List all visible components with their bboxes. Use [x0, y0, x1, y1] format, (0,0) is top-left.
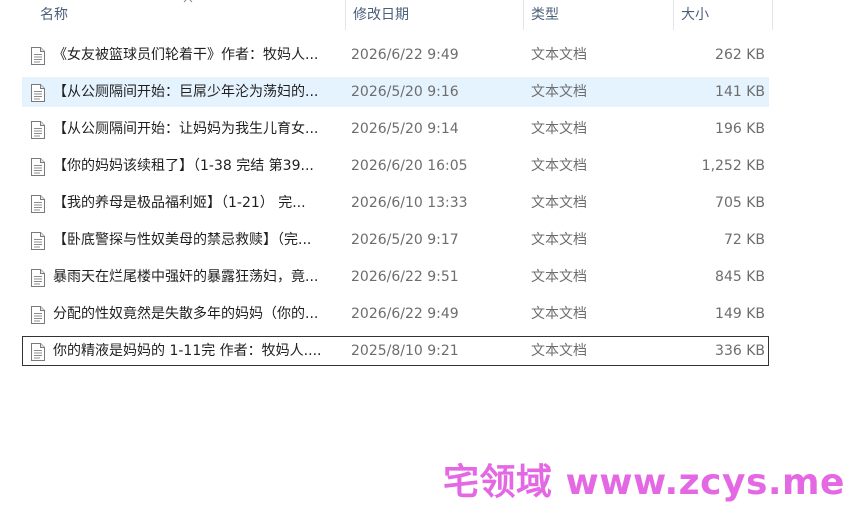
file-size: 141 KB	[715, 84, 765, 100]
file-name: 【你的妈妈该续租了】（1-38 完结 第39...	[53, 158, 314, 174]
file-name: 【从公厕隔间开始：让妈妈为我生儿育女...	[53, 121, 319, 137]
text-file-icon	[31, 121, 45, 139]
file-date-modified: 2026/6/22 9:49	[351, 47, 459, 63]
file-name: 【我的养母是极品福利姬】（1-21） 完...	[53, 195, 306, 211]
file-row[interactable]: 《女友被篮球员们轮着干》作者：牧妈人... 2026/6/22 9:49 文本文档 2…	[22, 40, 769, 70]
text-file-icon	[31, 84, 45, 102]
file-type: 文本文档	[531, 84, 587, 100]
file-name: 《女友被篮球员们轮着干》作者：牧妈人...	[53, 47, 319, 63]
column-header-name[interactable]: 名称	[33, 0, 345, 30]
file-row[interactable]: 【我的养母是极品福利姬】（1-21） 完... 2026/6/10 13:33 文本…	[22, 188, 769, 218]
file-name: 你的精液是妈妈的 1-11完 作者：牧妈人....	[53, 343, 322, 359]
file-size: 72 KB	[723, 232, 765, 248]
text-file-icon	[31, 232, 45, 250]
file-date-modified: 2026/5/20 9:16	[351, 84, 459, 100]
file-date-modified: 2026/6/22 9:51	[351, 269, 459, 285]
file-name: 暴雨天在烂尾楼中强奸的暴露狂荡妇，竟...	[53, 269, 319, 285]
file-row[interactable]: 【卧底警探与性奴美母的禁忌救赎】（完... 2026/5/20 9:17 文本文档 7…	[22, 225, 769, 255]
file-date-modified: 2025/8/10 9:21	[351, 343, 459, 359]
file-row[interactable]: 分配的性奴竟然是失散多年的妈妈（你的... 2026/6/22 9:49 文本文档 1…	[22, 299, 769, 329]
file-type: 文本文档	[531, 121, 587, 137]
file-type: 文本文档	[531, 343, 587, 359]
file-size: 149 KB	[715, 306, 765, 322]
file-size: 845 KB	[715, 269, 765, 285]
file-size: 262 KB	[715, 47, 765, 63]
file-size: 705 KB	[715, 195, 765, 211]
text-file-icon	[31, 343, 45, 361]
file-type: 文本文档	[531, 269, 587, 285]
file-size: 336 KB	[715, 343, 765, 359]
file-row[interactable]: 【你的妈妈该续租了】（1-38 完结 第39... 2026/6/20 16:05…	[22, 151, 769, 181]
text-file-icon	[31, 195, 45, 213]
file-name: 【卧底警探与性奴美母的禁忌救赎】（完...	[53, 232, 312, 248]
file-date-modified: 2026/6/22 9:49	[351, 306, 459, 322]
file-type: 文本文档	[531, 195, 587, 211]
file-row[interactable]: 你的精液是妈妈的 1-11完 作者：牧妈人.... 2025/8/10 9:21 文…	[22, 336, 769, 366]
text-file-icon	[31, 269, 45, 287]
column-header-date-modified[interactable]: 修改日期	[345, 0, 523, 30]
file-date-modified: 2026/6/20 16:05	[351, 158, 468, 174]
file-row[interactable]: 暴雨天在烂尾楼中强奸的暴露狂荡妇，竟... 2026/6/22 9:51 文本文档 8…	[22, 262, 769, 292]
text-file-icon	[31, 306, 45, 324]
file-size: 196 KB	[715, 121, 765, 137]
file-row[interactable]: 【从公厕隔间开始：巨屌少年沦为荡妇的... 2026/5/20 9:16 文本文档 1…	[22, 77, 769, 107]
file-date-modified: 2026/6/10 13:33	[351, 195, 468, 211]
file-type: 文本文档	[531, 306, 587, 322]
file-date-modified: 2026/5/20 9:17	[351, 232, 459, 248]
file-name: 【从公厕隔间开始：巨屌少年沦为荡妇的...	[53, 84, 319, 100]
file-type: 文本文档	[531, 158, 587, 174]
file-size: 1,252 KB	[701, 158, 765, 174]
column-header-size[interactable]: 大小	[673, 0, 773, 30]
text-file-icon	[31, 158, 45, 176]
column-header-type[interactable]: 类型	[523, 0, 673, 30]
watermark-text: 宅领域 www.zcys.me	[443, 462, 845, 503]
file-date-modified: 2026/5/20 9:14	[351, 121, 459, 137]
file-row[interactable]: 【从公厕隔间开始：让妈妈为我生儿育女... 2026/5/20 9:14 文本文档 1…	[22, 114, 769, 144]
file-type: 文本文档	[531, 232, 587, 248]
text-file-icon	[31, 47, 45, 65]
file-type: 文本文档	[531, 47, 587, 63]
column-header-bar: 名称 修改日期 类型 大小	[0, 0, 865, 30]
file-name: 分配的性奴竟然是失散多年的妈妈（你的...	[53, 306, 319, 322]
